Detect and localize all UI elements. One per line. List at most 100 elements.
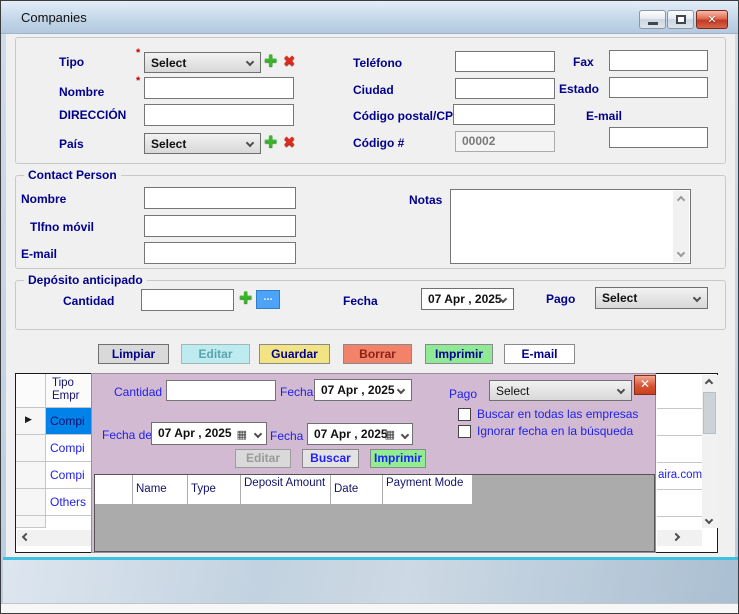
browse-button[interactable]: ... [256,290,280,309]
close-button[interactable]: ✕ [696,10,728,29]
grid-vscrollbar[interactable] [702,375,718,528]
grid-corner-cell [16,374,46,408]
companies-window: Companies ✕ Tipo * Select ✚ ✖ Nombre * D… [0,0,739,614]
pago-select[interactable]: Select [595,287,708,309]
contact-nombre-label: Nombre [21,192,66,206]
popup-grid-header-deposit-amount[interactable]: Deposit Amount [241,475,331,505]
codigo-postal-input[interactable] [453,104,555,125]
checkbox-ignorar-fecha-label[interactable]: Ignorar fecha en la búsqueda [477,424,633,438]
grid-right-cells: aira.com [657,374,702,528]
checkbox-ignorar-fecha[interactable] [458,425,471,438]
checkbox-buscar-todas[interactable] [458,408,471,421]
notas-textarea[interactable] [450,189,691,264]
row-selector[interactable] [16,489,46,516]
scroll-down-icon[interactable] [677,249,685,257]
notas-scrollbar[interactable] [673,191,689,262]
cantidad-input[interactable] [141,289,234,311]
fax-label: Fax [573,55,594,69]
popup-grid-header-date[interactable]: Date [331,475,383,505]
add-tipo-icon[interactable]: ✚ [264,53,277,69]
scroll-down-icon[interactable] [705,516,713,524]
grid-cell-tipo[interactable]: Compi [46,462,92,489]
minimize-button[interactable] [639,10,666,29]
maximize-button[interactable] [667,10,694,29]
popup-pago-label: Pago [449,387,477,401]
titlebar[interactable]: Companies ✕ [1,1,738,34]
codigo-num-input: 00002 [455,131,555,152]
notas-label: Notas [409,193,442,207]
add-cantidad-icon[interactable]: ✚ [239,290,252,306]
borrar-button[interactable]: Borrar [343,344,412,364]
grid-hscrollbar-left[interactable] [17,530,92,546]
grid-header-tipo[interactable]: Tipo Empr [46,374,92,408]
email-company-input[interactable] [609,127,708,148]
fax-input[interactable] [609,50,708,71]
delete-pais-icon[interactable]: ✖ [283,135,296,150]
direccion-input[interactable] [144,104,294,126]
fecha-hasta-datepicker[interactable]: 07 Apr , 2025 ▦ [307,423,413,445]
scroll-left-icon[interactable] [22,533,30,541]
minimize-icon [648,22,658,25]
estado-input[interactable] [609,77,708,98]
ciudad-label: Ciudad [353,83,394,97]
pais-label: País [59,137,84,151]
tipo-required-marker: * [136,47,140,59]
contact-tlfno-input[interactable] [144,215,296,237]
guardar-button[interactable]: Guardar [259,344,330,364]
close-icon: ✕ [697,13,727,26]
add-pais-icon[interactable]: ✚ [264,134,277,150]
row-selector[interactable] [16,462,46,489]
grid-hscrollbar-right[interactable] [657,530,702,546]
telefono-input[interactable] [455,51,555,72]
maximize-icon [676,15,686,24]
popup-buscar-button[interactable]: Buscar [302,449,359,468]
email-button[interactable]: E-mail [504,344,575,364]
tipo-label: Tipo [59,55,84,69]
popup-grid-header-payment-mode[interactable]: Payment Mode [383,475,473,505]
row-selector[interactable]: ▶ [16,408,46,435]
popup-editar-button[interactable]: Editar [235,449,291,468]
current-row-arrow-icon: ▶ [25,415,32,425]
scroll-right-icon[interactable] [672,533,680,541]
checkbox-buscar-todas-label[interactable]: Buscar en todas las empresas [477,407,638,421]
fecha-desde-datepicker[interactable]: 07 Apr , 2025 ▦ [151,422,267,445]
nombre-input[interactable] [144,77,294,99]
contact-nombre-input[interactable] [144,187,296,209]
popup-pago-select[interactable]: Select [489,380,632,401]
estado-label: Estado [559,82,599,96]
ciudad-input[interactable] [455,78,555,99]
delete-tipo-icon[interactable]: ✖ [283,54,296,69]
popup-imprimir-button[interactable]: Imprimir [370,449,426,468]
popup-cantidad-input[interactable] [166,380,276,401]
contact-title: Contact Person [24,168,121,182]
row-selector[interactable] [16,435,46,462]
tipo-select[interactable]: Select [144,52,261,73]
window-frame-bottom [3,560,738,603]
cantidad-label: Cantidad [63,294,114,308]
scroll-up-icon[interactable] [705,379,713,387]
grid-cell-tipo[interactable]: Compi [46,435,92,462]
contact-email-label: E-mail [21,247,57,261]
popup-fecha-select[interactable]: 07 Apr , 2025 [314,379,412,401]
scroll-up-icon[interactable] [677,196,685,204]
grid-cell-email[interactable]: aira.com [658,469,702,481]
deposit-search-popup: ✕ Cantidad Fecha 07 Apr , 2025 Pago Sele… [91,373,656,553]
editar-button[interactable]: Editar [181,344,250,364]
calendar-icon: ▦ [385,429,395,440]
row-selector[interactable] [16,516,46,528]
popup-grid-header-name[interactable]: Name [133,475,188,505]
grid-cell-tipo[interactable]: Compi [46,408,92,435]
contact-tlfno-label: Tlfno móvil [30,220,94,234]
grid-cell-tipo[interactable]: Others [46,489,92,516]
deposit-results-grid[interactable]: Name Type Deposit Amount Date Payment Mo… [94,474,655,552]
nombre-required-marker: * [136,75,140,87]
vscroll-thumb[interactable] [703,392,716,434]
fecha-date-select[interactable]: 07 Apr , 2025 [421,288,514,310]
imprimir-button[interactable]: Imprimir [425,344,493,364]
limpiar-button[interactable]: Limpiar [98,344,169,364]
pais-select[interactable]: Select [144,133,261,154]
popup-grid-header-type[interactable]: Type [188,475,241,505]
contact-email-input[interactable] [144,242,296,264]
popup-close-button[interactable]: ✕ [634,375,656,395]
nombre-label: Nombre [59,85,104,99]
